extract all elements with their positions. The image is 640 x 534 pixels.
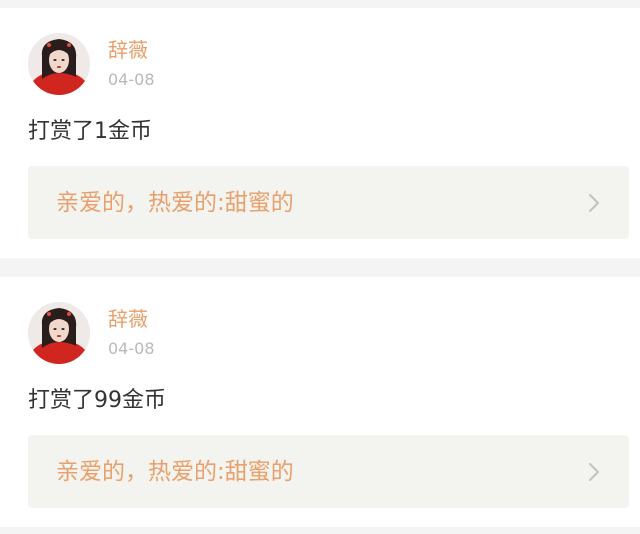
post-date: 04-08 xyxy=(108,339,155,358)
avatar[interactable] xyxy=(28,33,90,95)
feed-post: 辞薇 04-08 打赏了99金币 亲爱的，热爱的:甜蜜的 xyxy=(0,277,640,527)
chevron-right-icon xyxy=(589,194,599,212)
linked-work-card[interactable]: 亲爱的，热爱的:甜蜜的 xyxy=(28,435,629,508)
gift-message: 打赏了99金币 xyxy=(28,388,166,413)
gift-message: 打赏了1金币 xyxy=(28,119,152,144)
feed-post: 辞薇 04-08 打赏了1金币 亲爱的，热爱的:甜蜜的 xyxy=(0,8,640,258)
avatar[interactable] xyxy=(28,302,90,364)
linked-work-title: 亲爱的，热爱的:甜蜜的 xyxy=(56,459,294,485)
username[interactable]: 辞薇 xyxy=(108,38,148,62)
post-date: 04-08 xyxy=(108,70,155,89)
username[interactable]: 辞薇 xyxy=(108,307,148,331)
linked-work-card[interactable]: 亲爱的，热爱的:甜蜜的 xyxy=(28,166,629,239)
linked-work-title: 亲爱的，热爱的:甜蜜的 xyxy=(56,190,294,216)
chevron-right-icon xyxy=(589,463,599,481)
gift-feed: 辞薇 04-08 打赏了1金币 亲爱的，热爱的:甜蜜的 辞薇 04-08 打赏了… xyxy=(0,0,640,534)
